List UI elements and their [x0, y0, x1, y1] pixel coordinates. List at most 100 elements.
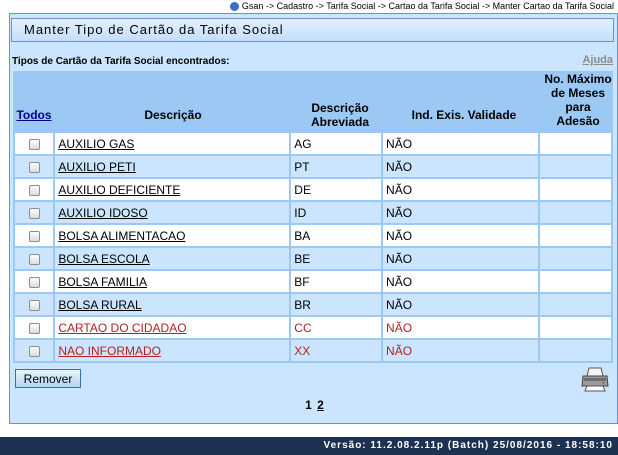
validity-cell: NÃO	[383, 294, 539, 315]
validity-cell: NÃO	[383, 133, 539, 154]
max-months-cell	[540, 202, 611, 223]
description-link[interactable]: AUXILIO DEFICIENTE	[58, 183, 180, 197]
page-title: Manter Tipo de Cartão da Tarifa Social	[11, 18, 614, 42]
description-cell: BOLSA FAMILIA	[55, 271, 290, 292]
help-link[interactable]: Ajuda	[582, 54, 613, 66]
row-checkbox-cell	[15, 317, 54, 338]
max-months-cell	[540, 133, 611, 154]
description-link[interactable]: BOLSA ALIMENTACAO	[58, 229, 185, 243]
table-row: AUXILIO GAS AG NÃO	[15, 133, 611, 154]
table-row: BOLSA ESCOLA BE NÃO	[15, 248, 611, 269]
printer-icon[interactable]	[581, 366, 609, 392]
page-link-2[interactable]: 2	[317, 398, 324, 412]
table-row: BOLSA FAMILIA BF NÃO	[15, 271, 611, 292]
description-cell: CARTAO DO CIDADAO	[55, 317, 290, 338]
row-checkbox[interactable]	[28, 253, 40, 265]
description-cell: NAO INFORMADO	[55, 340, 290, 361]
validity-cell: NÃO	[383, 179, 539, 200]
page-current: 1	[305, 398, 312, 412]
table-row: NAO INFORMADO XX NÃO	[15, 340, 611, 361]
table-row: BOLSA RURAL BR NÃO	[15, 294, 611, 315]
description-cell: AUXILIO DEFICIENTE	[55, 179, 290, 200]
max-months-cell	[540, 225, 611, 246]
pagination: 1 2	[10, 398, 618, 412]
max-months-cell	[540, 156, 611, 177]
row-checkbox-cell	[15, 225, 54, 246]
description-cell: BOLSA RURAL	[55, 294, 290, 315]
validity-cell: NÃO	[383, 248, 539, 269]
description-link[interactable]: AUXILIO PETI	[58, 160, 135, 174]
abbreviation-cell: BF	[291, 271, 382, 292]
row-checkbox[interactable]	[28, 230, 40, 242]
validity-cell: NÃO	[383, 202, 539, 223]
validity-cell: NÃO	[383, 271, 539, 292]
column-header-abreviada: Descrição Abreviada	[310, 101, 370, 129]
row-checkbox-cell	[15, 179, 54, 200]
gsan-logo-icon	[229, 1, 239, 11]
row-checkbox[interactable]	[28, 299, 40, 311]
row-checkbox-cell	[15, 271, 54, 292]
description-link[interactable]: BOLSA RURAL	[58, 298, 141, 312]
max-months-cell	[540, 248, 611, 269]
abbreviation-cell: BE	[291, 248, 382, 269]
abbreviation-cell: DE	[291, 179, 382, 200]
max-months-cell	[540, 317, 611, 338]
validity-cell: NÃO	[383, 340, 539, 361]
table-row: BOLSA ALIMENTACAO BA NÃO	[15, 225, 611, 246]
description-link[interactable]: NAO INFORMADO	[58, 344, 161, 358]
description-cell: BOLSA ALIMENTACAO	[55, 225, 290, 246]
max-months-cell	[540, 340, 611, 361]
table-header: Todos Descrição Descrição Abreviada Ind.…	[13, 71, 613, 131]
abbreviation-cell: ID	[291, 202, 382, 223]
table-row: CARTAO DO CIDADAO CC NÃO	[15, 317, 611, 338]
version-footer: Versão: 11.2.08.2.11p (Batch) 25/08/2016…	[0, 437, 618, 455]
abbreviation-cell: BA	[291, 225, 382, 246]
row-checkbox-cell	[15, 340, 54, 361]
validity-cell: NÃO	[383, 156, 539, 177]
row-checkbox-cell	[15, 133, 54, 154]
card-type-table: AUXILIO GAS AG NÃO AUXILIO PETI PT NÃO A…	[13, 131, 613, 363]
table-row: AUXILIO DEFICIENTE DE NÃO	[15, 179, 611, 200]
results-label: Tipos de Cartão da Tarifa Social encontr…	[12, 56, 230, 67]
validity-cell: NÃO	[383, 317, 539, 338]
main-panel: Manter Tipo de Cartão da Tarifa Social T…	[9, 13, 618, 424]
row-checkbox[interactable]	[28, 345, 40, 357]
table-row: AUXILIO IDOSO ID NÃO	[15, 202, 611, 223]
breadcrumb: Gsan -> Cadastro -> Tarifa Social -> Car…	[229, 0, 618, 12]
abbreviation-cell: AG	[291, 133, 382, 154]
max-months-cell	[540, 294, 611, 315]
row-checkbox[interactable]	[28, 138, 40, 150]
validity-cell: NÃO	[383, 225, 539, 246]
abbreviation-cell: BR	[291, 294, 382, 315]
description-link[interactable]: AUXILIO GAS	[58, 137, 134, 151]
column-header-validade: Ind. Exis. Validade	[411, 108, 517, 122]
description-link[interactable]: AUXILIO IDOSO	[58, 206, 147, 220]
breadcrumb-text: Gsan -> Cadastro -> Tarifa Social -> Car…	[241, 1, 614, 11]
max-months-cell	[540, 271, 611, 292]
row-checkbox-cell	[15, 294, 54, 315]
row-checkbox[interactable]	[28, 276, 40, 288]
description-cell: AUXILIO GAS	[55, 133, 290, 154]
row-checkbox-cell	[15, 248, 54, 269]
row-checkbox[interactable]	[28, 184, 40, 196]
abbreviation-cell: PT	[291, 156, 382, 177]
description-cell: BOLSA ESCOLA	[55, 248, 290, 269]
column-header-descricao: Descrição	[144, 108, 202, 122]
description-cell: AUXILIO IDOSO	[55, 202, 290, 223]
max-months-cell	[540, 179, 611, 200]
row-checkbox[interactable]	[28, 207, 40, 219]
abbreviation-cell: CC	[291, 317, 382, 338]
description-link[interactable]: BOLSA FAMILIA	[58, 275, 147, 289]
row-checkbox-cell	[15, 202, 54, 223]
abbreviation-cell: XX	[291, 340, 382, 361]
row-checkbox[interactable]	[28, 161, 40, 173]
row-checkbox-cell	[15, 156, 54, 177]
description-link[interactable]: CARTAO DO CIDADAO	[58, 321, 186, 335]
column-header-maximo: No. Máximo de Meses para Adesão	[544, 72, 612, 128]
description-cell: AUXILIO PETI	[55, 156, 290, 177]
remove-button[interactable]: Remover	[15, 369, 81, 388]
select-all-link[interactable]: Todos	[15, 108, 53, 122]
row-checkbox[interactable]	[28, 322, 40, 334]
description-link[interactable]: BOLSA ESCOLA	[58, 252, 149, 266]
table-row: AUXILIO PETI PT NÃO	[15, 156, 611, 177]
